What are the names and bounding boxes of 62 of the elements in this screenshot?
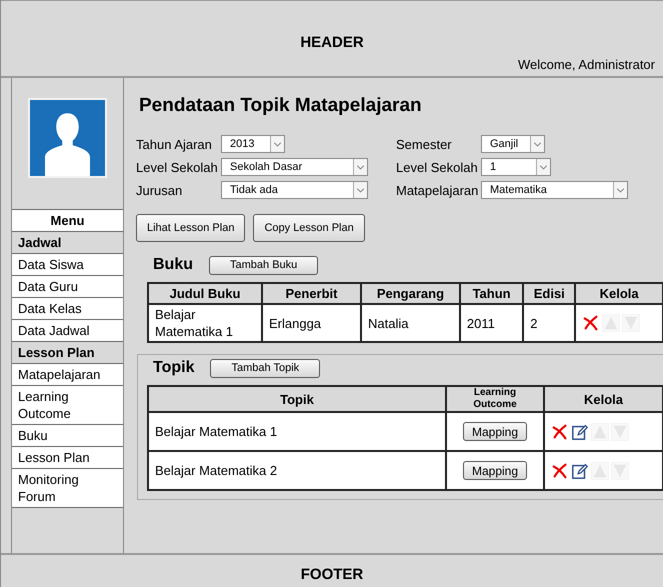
- table-cell: Natalia: [361, 304, 460, 342]
- table-cell: Erlangga: [262, 304, 361, 342]
- avatar-icon: [28, 98, 107, 178]
- menu-title: Menu: [12, 210, 123, 232]
- menu-item[interactable]: Data Siswa: [12, 254, 123, 276]
- field-label: Tahun Ajaran: [136, 136, 213, 152]
- dropdown[interactable]: Tidak ada: [221, 181, 368, 199]
- dropdown[interactable]: Matematika: [481, 181, 628, 199]
- action-button[interactable]: Lihat Lesson Plan: [136, 214, 246, 242]
- column-header: Learning Outcome: [446, 386, 544, 412]
- menu-item[interactable]: Data Kelas: [12, 298, 123, 320]
- menu-item[interactable]: Buku: [12, 425, 123, 447]
- delete-icon[interactable]: [551, 422, 569, 440]
- field-label: Jurusan: [136, 182, 184, 198]
- caret-icon: [613, 182, 627, 198]
- table-cell: Belajar Matematika 2: [148, 451, 446, 490]
- caret-icon: [270, 136, 284, 152]
- menu-item[interactable]: Learning Outcome: [12, 386, 123, 425]
- delete-icon[interactable]: [551, 462, 569, 480]
- column-header: Kelola: [575, 283, 663, 304]
- menu-item[interactable]: Monitoring Forum: [12, 469, 123, 507]
- dropdown[interactable]: 1: [481, 158, 551, 176]
- caret-icon: [353, 182, 367, 198]
- action-button[interactable]: Copy Lesson Plan: [253, 214, 365, 242]
- column-header: Edisi: [523, 283, 576, 304]
- caret-icon: [353, 159, 367, 175]
- column-header: Topik: [148, 386, 446, 412]
- table-cell: 2011: [460, 304, 524, 342]
- caret-icon: [530, 136, 544, 152]
- header-title: HEADER: [300, 34, 364, 51]
- field-label: Semester: [396, 136, 453, 152]
- delete-icon[interactable]: [582, 314, 600, 332]
- column-header: Kelola: [544, 386, 663, 412]
- table-cell: 2: [523, 304, 576, 342]
- footer-title: FOOTER: [300, 566, 364, 582]
- edit-icon[interactable]: [571, 422, 589, 440]
- column-header: Pengarang: [361, 283, 460, 304]
- column-header: Penerbit: [262, 283, 361, 304]
- column-header: Judul Buku: [148, 283, 262, 304]
- welcome-text: Welcome, Administrator: [518, 57, 655, 72]
- mapping-button[interactable]: Mapping: [463, 422, 527, 441]
- menu-item[interactable]: Data Jadwal: [12, 320, 123, 342]
- table-cell: Belajar Matematika 1: [148, 412, 446, 451]
- dropdown[interactable]: Sekolah Dasar: [221, 158, 368, 176]
- mapping-button[interactable]: Mapping: [463, 461, 527, 480]
- menu-item[interactable]: Lesson Plan: [12, 447, 123, 469]
- section-title: Topik: [153, 359, 194, 377]
- column-header: Tahun: [460, 283, 524, 304]
- caret-icon: [536, 159, 550, 175]
- dropdown[interactable]: 2013: [221, 135, 285, 153]
- section-title: Buku: [153, 256, 193, 274]
- menu-item[interactable]: Matapelajaran: [12, 364, 123, 386]
- add-button[interactable]: Tambah Buku: [209, 256, 318, 274]
- table-cell: Belajar Matematika 1: [148, 304, 262, 342]
- edit-icon[interactable]: [571, 462, 589, 480]
- field-label: Matapelajaran: [396, 182, 480, 198]
- field-label: Level Sekolah: [136, 160, 219, 174]
- field-label: Level Sekolah: [396, 160, 479, 174]
- menu-item[interactable]: Data Guru: [12, 276, 123, 298]
- page-title: Pendataan Topik Matapelajaran: [139, 95, 423, 117]
- add-button[interactable]: Tambah Topik: [210, 358, 320, 378]
- dropdown[interactable]: Ganjil: [481, 135, 545, 153]
